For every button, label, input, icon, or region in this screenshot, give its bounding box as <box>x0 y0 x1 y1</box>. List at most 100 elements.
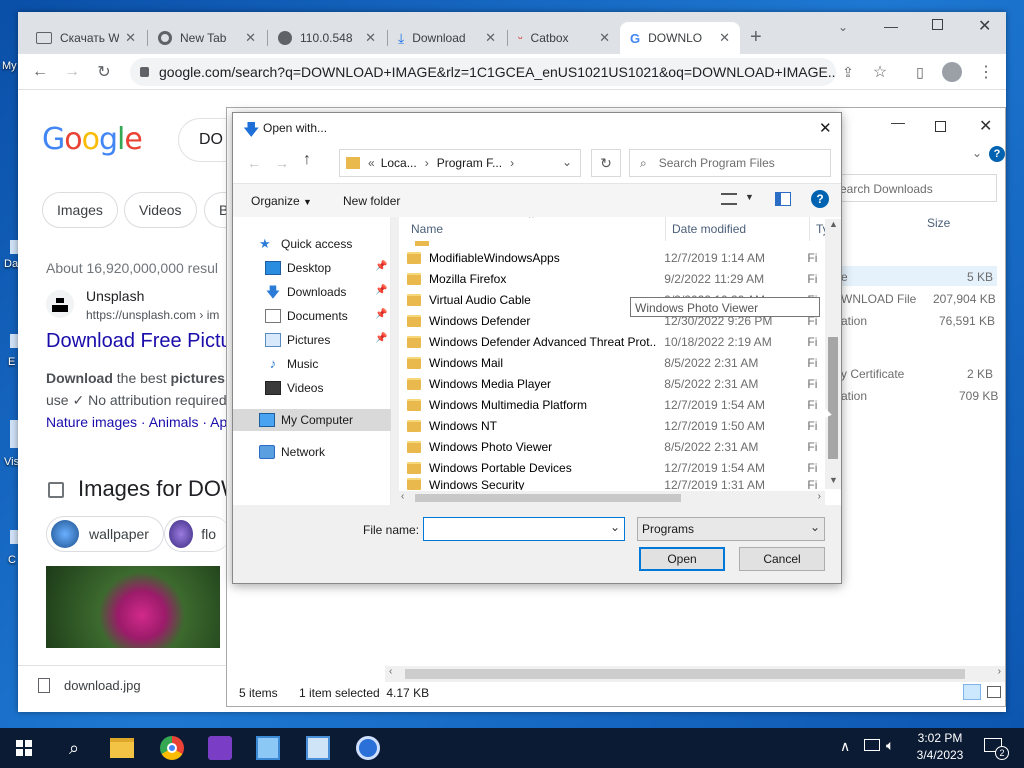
result-site-name[interactable]: Unsplash <box>86 288 144 304</box>
maximize-icon[interactable] <box>932 19 943 30</box>
back-arrow-icon[interactable]: ← <box>247 155 261 171</box>
desktop-icon-label[interactable]: Da <box>4 258 18 270</box>
desktop-icon[interactable] <box>10 420 18 448</box>
organize-button[interactable]: Organize ▼ <box>251 194 312 208</box>
tab-search-chevron-icon[interactable]: ⌄ <box>838 20 848 34</box>
size-column-header[interactable]: Size <box>927 216 950 230</box>
chevron-down-icon[interactable]: ⌄ <box>610 520 620 534</box>
tab-version[interactable]: 110.0.548 ✕ <box>268 22 386 54</box>
file-row[interactable]: Mozilla Firefox 9/2/2022 11:29 AM Fi <box>407 268 827 289</box>
result-url[interactable]: https://unsplash.com › im <box>86 308 219 322</box>
flower-image-thumbnail[interactable] <box>46 566 220 648</box>
result-sitelinks[interactable]: Nature images · Animals · Ap <box>46 414 227 430</box>
close-icon[interactable]: ✕ <box>979 116 992 136</box>
address-bar[interactable]: google.com/search?q=DOWNLOAD+IMAGE&rlz=1… <box>130 58 836 86</box>
side-panel-icon[interactable]: ▯ <box>908 60 932 84</box>
vertical-scrollbar[interactable]: ▲ ▼ <box>825 219 841 489</box>
download-file-name[interactable]: download.jpg <box>64 678 141 693</box>
clock-date[interactable]: 3/4/2023 <box>916 748 964 762</box>
view-options-icon[interactable] <box>721 193 737 205</box>
desktop-icon[interactable] <box>10 240 18 254</box>
forward-arrow-icon[interactable]: → <box>60 60 84 84</box>
share-icon[interactable]: ⇪ <box>836 60 860 84</box>
desktop-icon-label[interactable]: My <box>2 60 17 72</box>
file-type-filter-select[interactable]: Programs ⌄ <box>637 517 825 541</box>
close-window-icon[interactable]: ✕ <box>978 16 991 36</box>
open-button[interactable]: Open <box>639 547 725 571</box>
large-icons-view-icon[interactable] <box>987 686 1001 698</box>
back-arrow-icon[interactable]: ← <box>28 60 52 84</box>
close-icon[interactable]: ✕ <box>485 30 496 46</box>
chrome-taskbar-icon[interactable] <box>160 736 184 760</box>
clock-time[interactable]: 3:02 PM <box>916 731 964 745</box>
horizontal-scrollbar[interactable]: ‹ › <box>399 491 825 505</box>
dropdown-caret-icon[interactable]: ▼ <box>745 192 754 202</box>
minimize-icon[interactable]: — <box>891 114 905 130</box>
nav-downloads[interactable]: 🡇 Downloads 📌 <box>233 281 391 303</box>
chevron-down-icon[interactable]: ⌄ <box>972 146 982 160</box>
file-row[interactable]: ModifiableWindowsApps 12/7/2019 1:14 AM Fi <box>407 247 827 268</box>
breadcrumb-item[interactable]: Program F... <box>437 156 502 170</box>
desktop-icon[interactable] <box>10 530 18 544</box>
column-header-name[interactable]: Name <box>411 217 661 241</box>
chip-videos[interactable]: Videos <box>124 192 197 228</box>
tab-google-active[interactable]: G DOWNLO ✕ <box>620 22 740 54</box>
minimize-icon[interactable]: — <box>884 18 898 34</box>
desktop-icon-label[interactable]: Vis <box>4 456 19 468</box>
app-window-icon[interactable] <box>256 736 280 760</box>
image-chip-flowers[interactable]: flo <box>164 516 230 552</box>
chevron-down-icon[interactable]: ⌄ <box>810 520 820 534</box>
breadcrumb-sep-icon[interactable]: › <box>425 156 429 170</box>
new-folder-button[interactable]: New folder <box>343 194 400 208</box>
search-program-files-input[interactable]: ⌕ Search Program Files <box>629 149 831 177</box>
google-logo[interactable]: Google <box>42 122 143 157</box>
file-row[interactable]: Windows Mail 8/5/2022 2:31 AM Fi <box>407 352 827 373</box>
file-row[interactable]: Windows Photo Viewer 8/5/2022 2:31 AM Fi <box>407 436 827 457</box>
nav-my-computer[interactable]: My Computer <box>233 409 391 431</box>
nav-music[interactable]: ♪ Music <box>233 353 391 375</box>
desktop-icon-label[interactable]: C <box>8 554 16 566</box>
file-row[interactable]: Windows Multimedia Platform 12/7/2019 1:5… <box>407 394 827 415</box>
tab-new-tab[interactable]: New Tab ✕ <box>148 22 266 54</box>
up-arrow-icon[interactable]: ↑ <box>303 151 311 169</box>
overflow-chevron-icon[interactable]: « <box>368 156 375 170</box>
chip-images[interactable]: Images <box>42 192 118 228</box>
close-icon[interactable]: ✕ <box>365 30 376 46</box>
tab-skachat[interactable]: Скачать W ✕ <box>26 22 146 54</box>
network-icon[interactable] <box>864 739 880 751</box>
nav-pictures[interactable]: Pictures 📌 <box>233 329 391 351</box>
maximize-icon[interactable] <box>935 121 946 132</box>
chevron-down-icon[interactable]: ⌄ <box>562 155 572 169</box>
nav-desktop[interactable]: Desktop 📌 <box>233 257 391 279</box>
forward-arrow-icon[interactable]: → <box>275 155 289 171</box>
desktop-icon-label[interactable]: E <box>8 356 15 368</box>
preview-pane-icon[interactable] <box>775 192 791 206</box>
tab-download[interactable]: ⤓ Download ✕ <box>388 22 506 54</box>
breadcrumb-item[interactable]: Loca... <box>381 156 417 170</box>
tab-catbox[interactable]: ᵕ Catbox ✕ <box>508 22 620 54</box>
chromium-icon[interactable] <box>356 736 380 760</box>
visual-studio-icon[interactable] <box>208 736 232 760</box>
windows-start-icon[interactable] <box>16 740 32 756</box>
reload-icon[interactable]: ↻ <box>92 60 116 84</box>
file-row[interactable]: Windows Portable Devices 12/7/2019 1:54 A… <box>407 457 827 478</box>
chevron-up-icon[interactable]: ∧ <box>840 738 850 755</box>
close-icon[interactable]: ✕ <box>719 30 730 46</box>
help-icon[interactable]: ? <box>811 190 829 208</box>
file-row[interactable]: Windows Defender Advanced Threat Prot...… <box>407 331 827 352</box>
close-icon[interactable]: ✕ <box>819 119 832 137</box>
close-icon[interactable]: ✕ <box>599 30 610 46</box>
cancel-button[interactable]: Cancel <box>739 547 825 571</box>
new-tab-plus-icon[interactable]: + <box>750 26 762 49</box>
nav-network[interactable]: Network <box>233 441 391 463</box>
refresh-icon[interactable]: ↻ <box>591 149 621 177</box>
breadcrumb-sep-icon[interactable]: › <box>510 156 514 170</box>
desktop-icon[interactable] <box>10 334 18 348</box>
file-explorer-icon[interactable] <box>110 738 134 758</box>
file-row[interactable]: Windows Security 12/7/2019 1:31 AM Fi <box>407 478 827 490</box>
profile-avatar-icon[interactable] <box>940 60 964 84</box>
file-row[interactable]: Windows Media Player 8/5/2022 2:31 AM Fi <box>407 373 827 394</box>
nav-quick-access[interactable]: ★ Quick access <box>233 233 391 255</box>
nav-documents[interactable]: Documents 📌 <box>233 305 391 327</box>
image-chip-wallpaper[interactable]: wallpaper <box>46 516 164 552</box>
